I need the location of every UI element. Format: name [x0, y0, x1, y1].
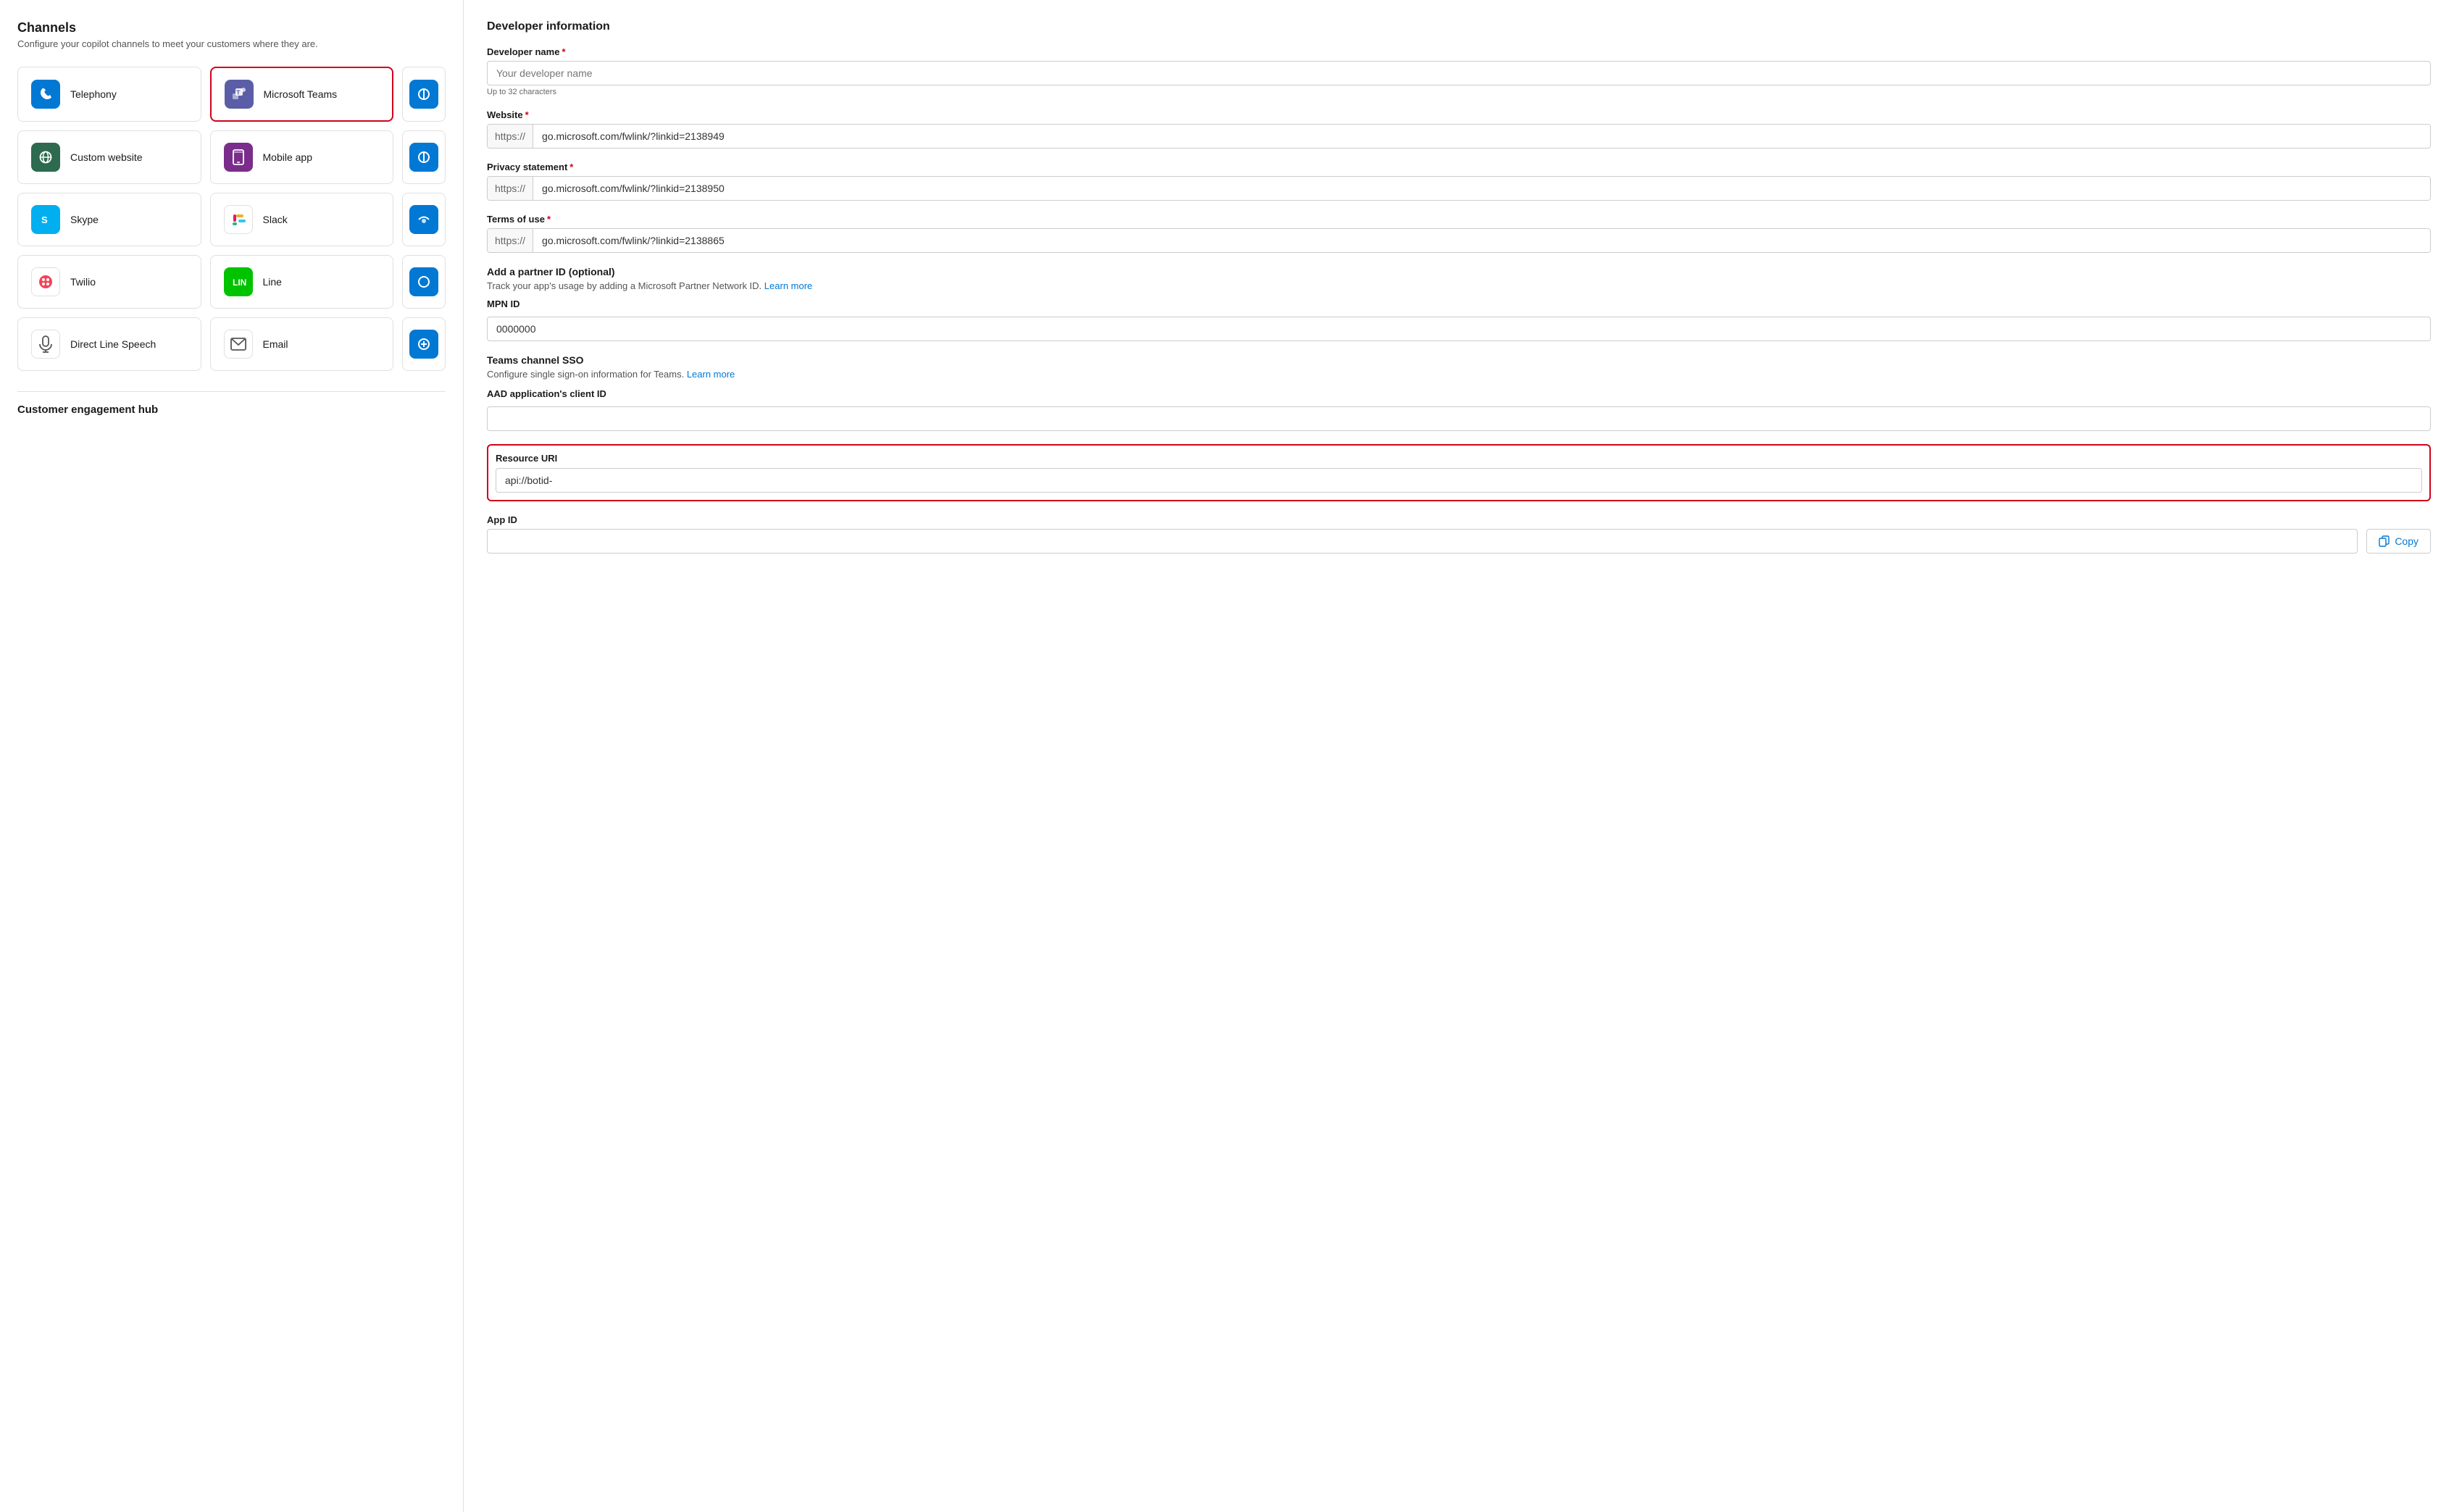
required-star: *	[562, 46, 565, 57]
channel-card-partial-4[interactable]	[402, 255, 446, 309]
twilio-label: Twilio	[70, 276, 96, 288]
channel-card-partial-2[interactable]	[402, 130, 446, 184]
partial-icon-2	[409, 143, 438, 172]
line-label: Line	[263, 276, 282, 288]
app-id-row: Copy	[487, 529, 2431, 554]
channel-card-twilio[interactable]: Twilio	[17, 255, 201, 309]
website-label: Custom website	[70, 151, 143, 163]
telephony-icon	[31, 80, 60, 109]
channel-grid: Telephony T Microsoft Teams	[17, 67, 446, 371]
channel-card-email[interactable]: Email	[210, 317, 394, 371]
customer-engagement-title: Customer engagement hub	[17, 404, 446, 416]
partial-icon-4	[409, 267, 438, 296]
mpn-input[interactable]	[487, 317, 2431, 341]
terms-input-wrap: https://	[487, 228, 2431, 253]
developer-info-title: Developer information	[487, 20, 2431, 33]
partial-icon-3	[409, 205, 438, 234]
sso-section: Teams channel SSO Configure single sign-…	[487, 354, 2431, 431]
channel-card-partial-3[interactable]	[402, 193, 446, 246]
sso-learn-more-link[interactable]: Learn more	[687, 369, 735, 380]
resource-uri-input[interactable]	[496, 468, 2422, 493]
terms-group: Terms of use * https://	[487, 214, 2431, 253]
teams-label: Microsoft Teams	[264, 88, 338, 100]
website-field-label: Website *	[487, 109, 2431, 120]
channel-card-telephony[interactable]: Telephony	[17, 67, 201, 122]
left-panel: Channels Configure your copilot channels…	[0, 0, 464, 1512]
bottom-section: Customer engagement hub	[17, 391, 446, 416]
app-id-label: App ID	[487, 514, 2431, 525]
slack-icon	[224, 205, 253, 234]
required-star-4: *	[547, 214, 551, 225]
app-id-input[interactable]	[487, 529, 2358, 554]
resource-uri-label: Resource URI	[496, 453, 2422, 464]
speech-label: Direct Line Speech	[70, 338, 156, 350]
skype-icon: S	[31, 205, 60, 234]
website-input-wrap: https://	[487, 124, 2431, 149]
mpn-label: MPN ID	[487, 298, 2431, 309]
privacy-input[interactable]	[533, 177, 2430, 200]
website-input[interactable]	[533, 125, 2430, 148]
sso-title: Teams channel SSO	[487, 354, 2431, 366]
channel-card-speech[interactable]: Direct Line Speech	[17, 317, 201, 371]
partner-title: Add a partner ID (optional)	[487, 266, 2431, 277]
mobile-icon	[224, 143, 253, 172]
svg-text:S: S	[41, 214, 48, 225]
terms-label: Terms of use *	[487, 214, 2431, 225]
privacy-group: Privacy statement * https://	[487, 162, 2431, 201]
channel-card-teams[interactable]: T Microsoft Teams	[210, 67, 394, 122]
channels-title: Channels	[17, 20, 446, 35]
channels-subtitle: Configure your copilot channels to meet …	[17, 38, 446, 49]
partner-desc: Track your app's usage by adding a Micro…	[487, 280, 2431, 291]
svg-text:LINE: LINE	[233, 277, 247, 288]
copy-button[interactable]: Copy	[2366, 529, 2431, 554]
privacy-input-wrap: https://	[487, 176, 2431, 201]
website-prefix: https://	[488, 125, 533, 148]
speech-icon	[31, 330, 60, 359]
skype-label: Skype	[70, 214, 99, 225]
website-icon	[31, 143, 60, 172]
teams-icon: T	[225, 80, 254, 109]
partner-section: Add a partner ID (optional) Track your a…	[487, 266, 2431, 341]
website-group: Website * https://	[487, 109, 2431, 149]
telephony-label: Telephony	[70, 88, 117, 100]
privacy-label: Privacy statement *	[487, 162, 2431, 172]
required-star-3: *	[569, 162, 573, 172]
app-id-group: App ID Copy	[487, 514, 2431, 554]
copy-icon	[2379, 535, 2390, 547]
partner-learn-more-link[interactable]: Learn more	[764, 280, 812, 291]
twilio-icon	[31, 267, 60, 296]
channel-card-partial-1[interactable]	[402, 67, 446, 122]
developer-name-group: Developer name * Up to 32 characters	[487, 46, 2431, 96]
channel-card-partial-5[interactable]	[402, 317, 446, 371]
email-icon	[224, 330, 253, 359]
privacy-prefix: https://	[488, 177, 533, 200]
required-star-2: *	[525, 109, 529, 120]
aad-group: AAD application's client ID	[487, 388, 2431, 431]
right-panel: Developer information Developer name * U…	[464, 0, 2454, 1512]
channel-card-slack[interactable]: Slack	[210, 193, 394, 246]
aad-label: AAD application's client ID	[487, 388, 2431, 399]
email-label: Email	[263, 338, 288, 350]
terms-prefix: https://	[488, 229, 533, 252]
channel-card-mobile[interactable]: Mobile app	[210, 130, 394, 184]
sso-desc: Configure single sign-on information for…	[487, 369, 2431, 380]
mobile-label: Mobile app	[263, 151, 313, 163]
developer-name-label: Developer name *	[487, 46, 2431, 57]
aad-input[interactable]	[487, 406, 2431, 431]
developer-name-input[interactable]	[487, 61, 2431, 85]
line-icon: LINE	[224, 267, 253, 296]
copy-label: Copy	[2395, 535, 2418, 547]
partial-icon-5	[409, 330, 438, 359]
channel-card-skype[interactable]: S Skype	[17, 193, 201, 246]
channel-card-website[interactable]: Custom website	[17, 130, 201, 184]
developer-name-hint: Up to 32 characters	[487, 88, 2431, 96]
slack-label: Slack	[263, 214, 288, 225]
terms-input[interactable]	[533, 229, 2430, 252]
partial-icon-1	[409, 80, 438, 109]
resource-uri-section: Resource URI	[487, 444, 2431, 501]
channel-card-line[interactable]: LINE Line	[210, 255, 394, 309]
